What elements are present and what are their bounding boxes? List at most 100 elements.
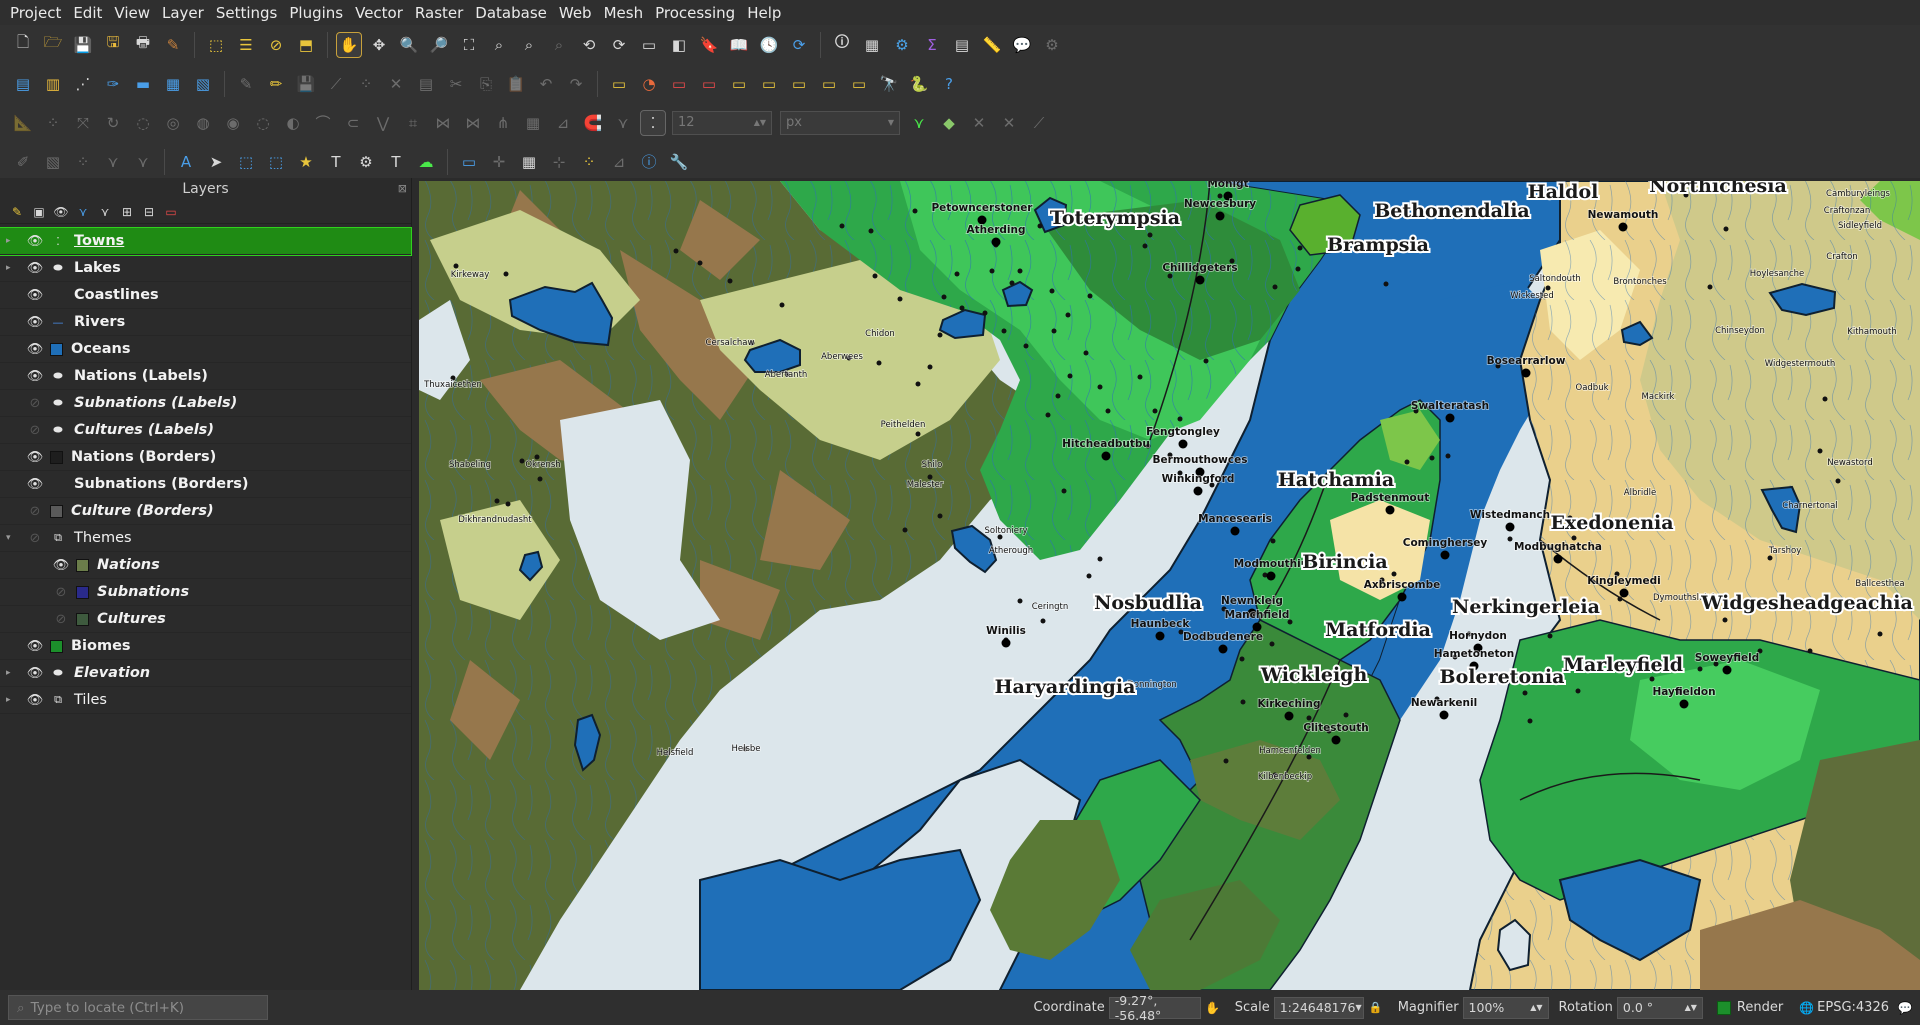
zoom-native-icon[interactable]: ⌕ bbox=[547, 33, 571, 57]
town-marker[interactable] bbox=[1527, 718, 1533, 724]
menu-project[interactable]: Project bbox=[4, 4, 67, 22]
town-marker[interactable] bbox=[937, 513, 943, 519]
city-marker[interactable] bbox=[1505, 522, 1515, 532]
digitize-icon[interactable]: ✑ bbox=[101, 72, 125, 96]
layer-tiles[interactable]: ▸ 👁 ⧉ Tiles bbox=[0, 687, 411, 714]
text-format-icon[interactable]: T bbox=[384, 150, 408, 174]
town-marker[interactable] bbox=[1269, 641, 1275, 647]
menu-database[interactable]: Database bbox=[469, 4, 553, 22]
open-project-icon[interactable]: 🗁 bbox=[41, 33, 65, 57]
add-part-icon[interactable]: ◍ bbox=[191, 111, 215, 135]
georeferencer-icon[interactable]: ⁘ bbox=[71, 150, 95, 174]
chevron-right-icon[interactable]: ▸ bbox=[6, 668, 18, 678]
menu-view[interactable]: View bbox=[108, 4, 156, 22]
layer-rivers[interactable]: 👁 — Rivers bbox=[0, 309, 411, 336]
trace-icon[interactable]: ✕ bbox=[967, 111, 991, 135]
city-marker[interactable] bbox=[1397, 592, 1407, 602]
menu-edit[interactable]: Edit bbox=[67, 4, 108, 22]
delete-selected-icon[interactable]: ✕ bbox=[384, 72, 408, 96]
town-marker[interactable] bbox=[1001, 328, 1007, 334]
render-checkbox[interactable] bbox=[1716, 1000, 1731, 1015]
town-marker[interactable] bbox=[1055, 393, 1061, 399]
city-marker[interactable] bbox=[1440, 550, 1450, 560]
topological-editing-icon[interactable]: ⋎ bbox=[907, 111, 931, 135]
town-marker[interactable] bbox=[1649, 676, 1655, 682]
new-bookmark-icon[interactable]: 🔖 bbox=[697, 33, 721, 57]
eye-hidden-icon[interactable]: ⊘ bbox=[24, 396, 46, 411]
town-marker[interactable] bbox=[912, 208, 918, 214]
split-parts-icon[interactable]: ⌗ bbox=[401, 111, 425, 135]
town-marker[interactable] bbox=[982, 310, 988, 316]
town-marker[interactable] bbox=[1822, 396, 1828, 402]
eye-hidden-icon[interactable]: ⊘ bbox=[50, 612, 72, 627]
print-layout-icon[interactable]: 🖶 bbox=[131, 33, 155, 57]
town-marker[interactable] bbox=[1045, 412, 1051, 418]
town-marker[interactable] bbox=[1306, 715, 1312, 721]
town-marker[interactable] bbox=[537, 476, 543, 482]
scale-bar-icon[interactable]: ⊹ bbox=[547, 150, 571, 174]
town-marker[interactable] bbox=[1037, 223, 1043, 229]
town-marker[interactable] bbox=[1152, 408, 1158, 414]
zoom-next-icon[interactable]: ⟳ bbox=[607, 33, 631, 57]
town-marker[interactable] bbox=[839, 223, 845, 229]
new-spatialite-layer-icon[interactable]: ▧ bbox=[191, 72, 215, 96]
add-line-icon[interactable]: ⟋ bbox=[324, 72, 348, 96]
cut-features-icon[interactable]: ✂ bbox=[444, 72, 468, 96]
add-ring-icon[interactable]: ◎ bbox=[161, 111, 185, 135]
city-marker[interactable] bbox=[1385, 505, 1395, 515]
town-marker[interactable] bbox=[1723, 226, 1729, 232]
filter-by-expression-icon[interactable]: ⋎ bbox=[96, 203, 114, 221]
fill-ring-icon[interactable]: ◉ bbox=[221, 111, 245, 135]
split-features-icon[interactable]: ⋁ bbox=[371, 111, 395, 135]
city-marker[interactable] bbox=[1001, 638, 1011, 648]
spatial-bookmark-icon[interactable]: ⋎ bbox=[131, 150, 155, 174]
snapping-intersection-icon[interactable]: ◆ bbox=[937, 111, 961, 135]
wrench-icon[interactable]: 🔧 bbox=[667, 150, 691, 174]
eye-icon[interactable]: 👁 bbox=[24, 369, 46, 384]
eye-hidden-icon[interactable]: ⊘ bbox=[24, 504, 46, 519]
processing-toolbox-icon[interactable]: ⚙ bbox=[890, 33, 914, 57]
city-marker[interactable] bbox=[1618, 222, 1628, 232]
town-marker[interactable] bbox=[1817, 448, 1823, 454]
town-marker[interactable] bbox=[1575, 688, 1581, 694]
eye-icon[interactable]: 👁 bbox=[24, 639, 46, 654]
eye-icon[interactable]: 👁 bbox=[24, 288, 46, 303]
plugin-icon[interactable]: 🔭 bbox=[877, 72, 901, 96]
town-marker[interactable] bbox=[779, 302, 785, 308]
town-marker[interactable] bbox=[1097, 384, 1103, 390]
town-marker[interactable] bbox=[927, 364, 933, 370]
town-marker[interactable] bbox=[697, 260, 703, 266]
rotate-point-icon[interactable]: ⋔ bbox=[491, 111, 515, 135]
unit-select[interactable]: px ▼ bbox=[780, 110, 900, 135]
magnifier-field[interactable]: 100% ▲▼ bbox=[1462, 996, 1549, 1019]
remove-layer-icon[interactable]: ▭ bbox=[162, 203, 180, 221]
delete-part-icon[interactable]: ◐ bbox=[281, 111, 305, 135]
town-marker[interactable] bbox=[519, 458, 525, 464]
advanced-digitizing-icon[interactable]: 📐 bbox=[11, 111, 35, 135]
eye-icon[interactable]: 👁 bbox=[24, 315, 46, 330]
town-marker[interactable] bbox=[1223, 758, 1229, 764]
label-properties-icon[interactable]: ▭ bbox=[847, 72, 871, 96]
town-marker[interactable] bbox=[1445, 453, 1451, 459]
save-edits-icon[interactable]: 💾 bbox=[294, 72, 318, 96]
town-marker[interactable] bbox=[1142, 243, 1148, 249]
add-group-icon[interactable]: ▣ bbox=[30, 203, 48, 221]
layer-elevation[interactable]: ▸ 👁 ⬬ Elevation bbox=[0, 660, 411, 687]
move-label-icon[interactable]: ▭ bbox=[757, 72, 781, 96]
zoom-last-icon[interactable]: ⟲ bbox=[577, 33, 601, 57]
town-marker[interactable] bbox=[1239, 656, 1245, 662]
expand-all-icon[interactable]: ⊞ bbox=[118, 203, 136, 221]
style-manager-icon[interactable]: ✎ bbox=[161, 33, 185, 57]
town-marker[interactable] bbox=[1272, 284, 1278, 290]
pan-map-icon[interactable]: ✋ bbox=[336, 31, 362, 58]
new-map-view-icon[interactable]: ▭ bbox=[637, 33, 661, 57]
town-marker[interactable] bbox=[1835, 478, 1841, 484]
town-marker[interactable] bbox=[1522, 690, 1528, 696]
decorations-icon[interactable]: ⁘ bbox=[577, 150, 601, 174]
zoom-selection-icon[interactable]: ⌕ bbox=[487, 33, 511, 57]
town-marker[interactable] bbox=[453, 263, 459, 269]
temporal-controller-icon[interactable]: 🕓 bbox=[757, 33, 781, 57]
layer-cultures[interactable]: ⊘ Cultures bbox=[0, 606, 411, 633]
mesh-icon[interactable]: ☁ bbox=[414, 150, 438, 174]
rotate-feature-icon[interactable]: ↻ bbox=[101, 111, 125, 135]
